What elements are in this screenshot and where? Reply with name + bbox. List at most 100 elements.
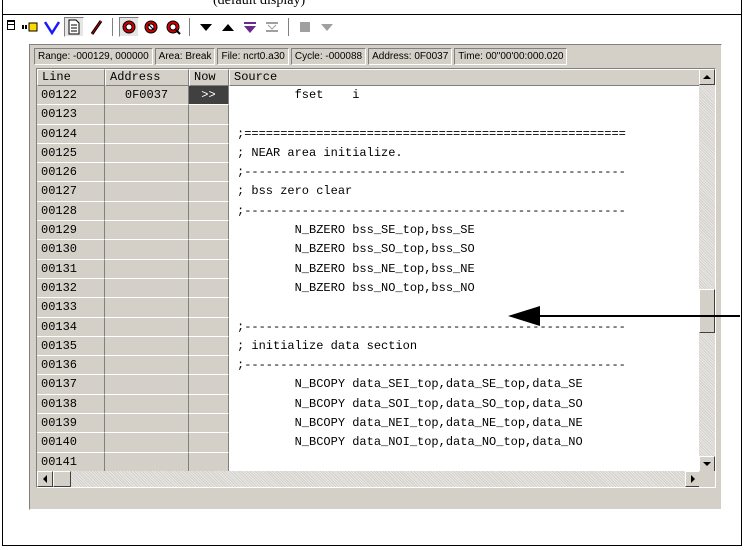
source-cell: N_BCOPY data_SOI_top,data_SO_top,data_SO [229,394,701,415]
toolbar-grip-icon[interactable] [5,18,17,34]
now-cell [189,278,229,299]
table-row[interactable]: 00131 N_BZERO bss_NE_top,bss_NE [37,259,701,279]
table-row[interactable]: 00135 ; initialize data section [37,336,701,357]
table-row[interactable]: 00134 ;----------------------------------… [37,317,701,337]
source-cell: N_BZERO bss_NE_top,bss_NE [229,259,701,279]
horizontal-scrollbar[interactable] [37,471,701,487]
now-cell [189,163,229,183]
address-cell [105,163,189,183]
break-mark-icon[interactable] [20,17,40,37]
trace-window: Range: -000129, 000000 Area: Break File:… [29,44,722,510]
line-cell: 00139 [37,414,105,434]
source-cell: N_BCOPY data_NEI_top,data_NE_top,data_NE [229,414,701,434]
table-row[interactable]: 00132 N_BZERO bss_NO_top,bss_NO [37,278,701,299]
address-cell [105,336,189,357]
source-cell [229,452,701,472]
table-row[interactable]: 00140 N_BCOPY data_NOI_top,data_NO_top,d… [37,433,701,453]
source-cell: ;---------------------------------------… [229,356,701,376]
table-row[interactable]: 00124 ;==================================… [37,124,701,144]
arrow-down-icon[interactable] [196,17,216,37]
address-cell [105,452,189,472]
table-row[interactable]: 00123 [37,105,701,125]
status-address: Address: 0F0037 [368,48,453,65]
address-cell [105,182,189,202]
line-cell: 00123 [37,105,105,125]
column-header-line[interactable]: Line [37,69,105,86]
source-cell: ;---------------------------------------… [229,317,701,337]
search-right-icon[interactable] [163,17,183,37]
line-cell: 00140 [37,433,105,453]
scrollbar-corner [699,471,715,487]
bars-icon[interactable] [262,17,282,37]
now-cell [189,452,229,472]
line-cell: 00136 [37,356,105,376]
down-grey-icon[interactable] [317,17,337,37]
document-icon[interactable] [64,17,84,37]
line-cell: 00124 [37,124,105,144]
line-cell: 00132 [37,278,105,299]
arrow-down-bar-icon[interactable] [240,17,260,37]
column-header-address[interactable]: Address [105,69,189,86]
vertical-scroll-thumb[interactable] [699,289,715,333]
search-stop-icon[interactable] [141,17,161,37]
status-bar: Range: -000129, 000000 Area: Break File:… [34,48,569,65]
source-grid: Line Address Now Source 00122 0F0037 >> fs… [36,68,716,488]
search-left-icon[interactable] [119,17,139,37]
table-row[interactable]: 00141 [37,452,701,472]
now-cell: >> [189,86,229,106]
table-row[interactable]: 00130 N_BZERO bss_SO_top,bss_SO [37,240,701,260]
scroll-up-button[interactable] [699,69,715,85]
source-cell: ;---------------------------------------… [229,201,701,222]
line-cell: 00137 [37,375,105,395]
table-row[interactable]: 00137 N_BCOPY data_SEI_top,data_SE_top,d… [37,375,701,395]
arrow-up-icon[interactable] [218,17,238,37]
table-row[interactable]: 00127 ; bss zero clear [37,182,701,202]
toolbar-separator [112,18,114,36]
address-cell [105,221,189,241]
table-row[interactable]: 00122 0F0037 >> fset i [37,86,701,106]
figure-caption: (default display) [211,0,308,9]
address-cell [105,356,189,376]
table-row[interactable]: 00138 N_BCOPY data_SOI_top,data_SO_top,d… [37,394,701,415]
address-cell [105,317,189,337]
now-cell [189,240,229,260]
address-cell [105,433,189,453]
now-cell [189,143,229,164]
table-row[interactable]: 00126 ;----------------------------------… [37,163,701,183]
table-row[interactable]: 00129 N_BZERO bss_SE_top,bss_SE [37,221,701,241]
horizontal-scroll-thumb[interactable] [53,471,71,487]
stop-icon[interactable] [295,17,315,37]
line-cell: 00131 [37,259,105,279]
now-cell [189,317,229,337]
line-cell: 00141 [37,452,105,472]
source-cell: ;=======================================… [229,124,701,144]
table-row[interactable]: 00139 N_BCOPY data_NEI_top,data_NE_top,d… [37,414,701,434]
vertical-scrollbar[interactable] [699,69,715,472]
column-header-now[interactable]: Now [189,69,229,86]
address-cell [105,394,189,415]
now-cell [189,356,229,376]
scroll-down-button[interactable] [699,456,715,472]
table-row[interactable]: 00125 ; NEAR area initialize. [37,143,701,164]
table-row[interactable]: 00128 ;----------------------------------… [37,201,701,222]
now-cell [189,394,229,415]
column-header-source[interactable]: Source [229,69,701,86]
chevron-up-icon [703,75,711,79]
address-cell [105,259,189,279]
source-cell: ; NEAR area initialize. [229,143,701,164]
source-cell: ;---------------------------------------… [229,163,701,183]
scroll-left-button[interactable] [37,471,53,487]
pencil-icon[interactable] [86,17,106,37]
address-cell [105,143,189,164]
address-cell [105,105,189,125]
now-cell [189,414,229,434]
now-cell [189,124,229,144]
callout-arrow-line [538,315,740,317]
source-cell: N_BZERO bss_NO_top,bss_NO [229,278,701,299]
table-row[interactable]: 00136 ;----------------------------------… [37,356,701,376]
now-cell [189,336,229,357]
line-cell: 00128 [37,201,105,222]
figure-frame-top: (default display) [2,0,742,14]
filter-icon[interactable] [42,17,62,37]
status-cycle: Cycle: -000088 [290,48,367,65]
